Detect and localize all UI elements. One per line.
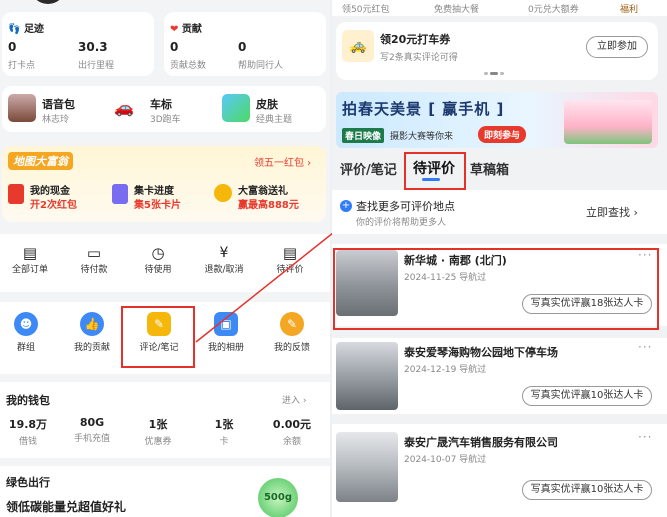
place-photo [336, 342, 398, 410]
reviews-panel: 领50元红包 免费抽大餐 0元兑大额券 福利 🚕 领20元打车券 写2条真实评论… [332, 0, 667, 517]
benefit-item[interactable]: 免费抽大餐 [434, 2, 479, 15]
taxi-coupon-icon: 🚕 [342, 30, 374, 62]
find-more-sub: 你的评价将帮助更多人 [356, 218, 447, 228]
benefit-item[interactable]: 领50元红包 [342, 2, 389, 15]
write-review-button[interactable]: 写真实优评赢10张达人卡 [522, 480, 652, 500]
taxi-coupon-card[interactable]: 🚕 领20元打车券 写2条真实评论可得 立即参加 [336, 22, 658, 80]
review-tabs: 评价/笔记 待评价 草稿箱 [332, 152, 667, 186]
place-meta: 2024-10-07 导航过 [404, 455, 487, 465]
review-item[interactable]: 泰安爱琴海购物公园地下停车场 2024-12-19 导航过 ··· 写真实优评赢… [332, 338, 667, 414]
taxi-coupon-sub: 写2条真实评论可得 [380, 53, 458, 63]
plus-circle-icon: + [340, 200, 352, 212]
banner-join-button[interactable]: 即刻参与 [478, 126, 527, 143]
banner-title: 拍春天美景 [ 赢手机 ] [342, 100, 505, 118]
banner-sub: 摄影大赛等你来 [390, 132, 454, 142]
tulip-image [564, 100, 652, 144]
place-name: 泰安爱琴海购物公园地下停车场 [404, 346, 558, 359]
place-name: 泰安广晟汽车销售服务有限公司 [404, 436, 558, 449]
highlight-first-item [333, 248, 659, 330]
benefit-item[interactable]: 福利 [620, 2, 638, 15]
more-icon[interactable]: ··· [638, 340, 652, 354]
tab-drafts[interactable]: 草稿箱 [470, 159, 509, 178]
taxi-coupon-title: 领20元打车券 [380, 33, 451, 46]
chevron-right-icon: › [630, 206, 638, 219]
carousel-dots [484, 72, 510, 75]
banner-tag: 春日映像 [342, 128, 385, 143]
find-now-link[interactable]: 立即查找 [586, 206, 630, 219]
find-more-card[interactable]: + 查找更多可评价地点 你的评价将帮助更多人 立即查找 › [332, 190, 667, 234]
place-meta: 2024-12-19 导航过 [404, 365, 487, 375]
benefit-item[interactable]: 0元兑大额券 [528, 2, 579, 15]
place-photo [336, 432, 398, 502]
highlight-pending-tab [404, 152, 466, 190]
find-more-title: 查找更多可评价地点 [356, 200, 455, 213]
more-icon[interactable]: ··· [638, 430, 652, 444]
benefit-strip: 领50元红包 免费抽大餐 0元兑大额券 福利 [332, 0, 667, 16]
join-now-button[interactable]: 立即参加 [586, 36, 648, 58]
spring-photo-banner[interactable]: 拍春天美景 [ 赢手机 ] 春日映像 摄影大赛等你来 即刻参与 [336, 92, 658, 148]
write-review-button[interactable]: 写真实优评赢10张达人卡 [522, 386, 652, 406]
tab-reviews-notes[interactable]: 评价/笔记 [340, 159, 397, 178]
review-item[interactable]: 泰安广晟汽车销售服务有限公司 2024-10-07 导航过 ··· 写真实优评赢… [332, 424, 667, 517]
